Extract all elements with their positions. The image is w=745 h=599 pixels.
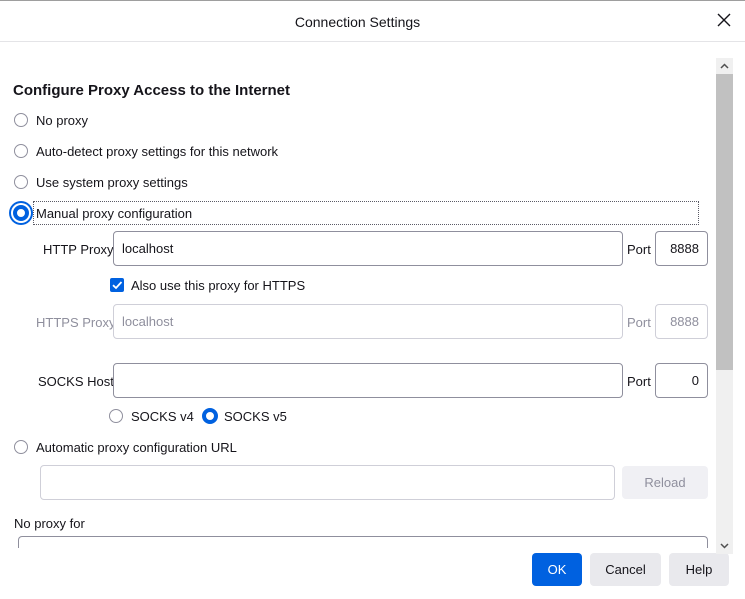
https-port-input[interactable]: 8888 <box>655 304 708 339</box>
socks-port-input[interactable]: 0 <box>655 363 708 398</box>
radio-auto-detect-label[interactable]: Auto-detect proxy settings for this netw… <box>36 144 278 159</box>
https-proxy-input[interactable]: localhost <box>113 304 623 339</box>
radio-no-proxy-label[interactable]: No proxy <box>36 113 88 128</box>
scroll-up-button[interactable] <box>716 58 733 74</box>
https-proxy-label: HTTPS Proxy <box>36 315 116 330</box>
also-https-label[interactable]: Also use this proxy for HTTPS <box>131 278 305 293</box>
dialog-title: Connection Settings <box>294 14 421 30</box>
http-port-label: Port <box>627 242 651 257</box>
radio-manual-proxy-label[interactable]: Manual proxy configuration <box>36 206 192 221</box>
auto-config-url-input[interactable] <box>40 465 615 500</box>
close-icon <box>717 13 731 27</box>
section-title: Configure Proxy Access to the Internet <box>13 82 291 99</box>
radio-system-proxy-label[interactable]: Use system proxy settings <box>36 175 188 190</box>
ok-button[interactable]: OK <box>532 553 582 586</box>
radio-manual-proxy[interactable] <box>13 205 29 221</box>
radio-auto-config-url-label[interactable]: Automatic proxy configuration URL <box>36 440 237 455</box>
radio-auto-detect[interactable] <box>14 144 28 158</box>
http-proxy-input[interactable]: localhost <box>113 231 623 266</box>
radio-no-proxy[interactable] <box>14 113 28 127</box>
checkmark-icon <box>112 281 123 290</box>
no-proxy-for-label: No proxy for <box>14 516 85 531</box>
cancel-button[interactable]: Cancel <box>590 553 661 586</box>
socks-host-label: SOCKS Host <box>38 374 114 389</box>
radio-auto-config-url[interactable] <box>14 440 28 454</box>
http-port-input[interactable]: 8888 <box>655 231 708 266</box>
scroll-down-button[interactable] <box>716 538 733 554</box>
chevron-down-icon <box>720 543 729 549</box>
radio-system-proxy[interactable] <box>14 175 28 189</box>
chevron-up-icon <box>720 63 729 69</box>
radio-socks-v4-label[interactable]: SOCKS v4 <box>131 409 194 424</box>
radio-socks-v5[interactable] <box>202 408 218 424</box>
https-port-label: Port <box>627 315 651 330</box>
socks-host-input[interactable] <box>113 363 623 398</box>
also-https-checkbox[interactable] <box>110 278 124 292</box>
reload-button[interactable]: Reload <box>622 466 708 499</box>
help-button[interactable]: Help <box>669 553 729 586</box>
socks-port-label: Port <box>627 374 651 389</box>
close-button[interactable] <box>715 11 733 29</box>
scrollbar-thumb[interactable] <box>716 74 733 370</box>
http-proxy-label: HTTP Proxy <box>43 242 114 257</box>
radio-socks-v5-label[interactable]: SOCKS v5 <box>224 409 287 424</box>
radio-socks-v4[interactable] <box>109 409 123 423</box>
